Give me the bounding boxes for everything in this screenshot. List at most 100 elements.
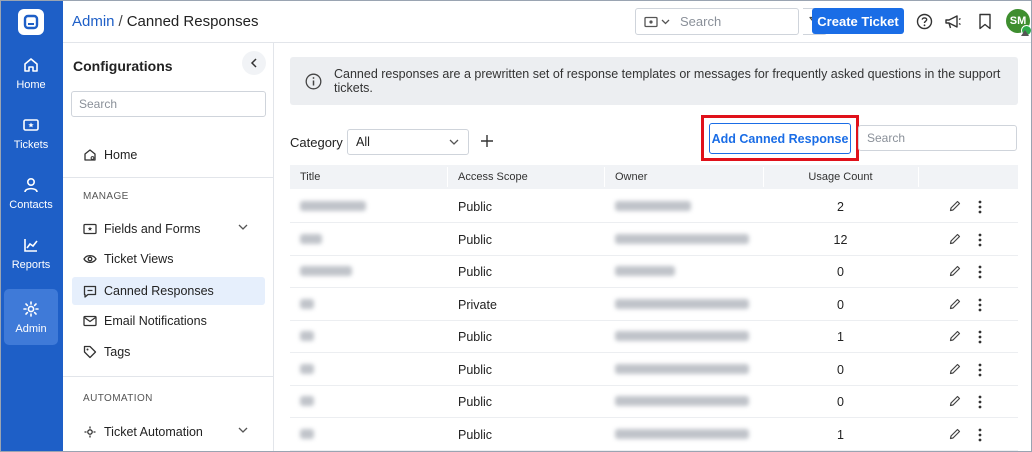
chevron-left-icon: [250, 58, 257, 68]
redacted-owner: [615, 233, 749, 244]
column-header-usage-count[interactable]: Usage Count: [763, 171, 918, 183]
access-scope-cell: Private: [458, 297, 497, 312]
message-icon: [83, 285, 97, 298]
chevron-down-icon[interactable]: [238, 427, 248, 433]
more-options-icon[interactable]: [973, 394, 987, 410]
sidebar-item-label: Fields and Forms: [104, 222, 201, 236]
info-banner: Canned responses are a prewritten set of…: [290, 57, 1018, 105]
rail-item-label: Reports: [11, 258, 51, 271]
rail-item-label: Home: [16, 78, 46, 91]
rail-item-label: Tickets: [13, 138, 49, 151]
sidebar-item-tags[interactable]: Tags: [72, 338, 265, 366]
more-options-icon[interactable]: [973, 362, 987, 378]
table-row[interactable]: Public 1: [290, 419, 1018, 451]
global-search-input[interactable]: Search: [676, 14, 721, 29]
table-header: Title Access Scope Owner Usage Count: [290, 165, 1018, 189]
add-canned-response-button[interactable]: Add Canned Response: [709, 123, 851, 154]
rail-item-home[interactable]: Home: [4, 45, 58, 101]
edit-icon[interactable]: [948, 199, 962, 213]
panel-search-input[interactable]: Search: [71, 91, 266, 117]
rail-item-tickets[interactable]: Tickets: [4, 105, 58, 161]
help-icon[interactable]: [915, 12, 933, 30]
breadcrumb-admin-link[interactable]: Admin: [72, 13, 115, 30]
app-window: Home Tickets Contacts Reports Admin Admi…: [0, 0, 1032, 452]
more-options-icon[interactable]: [973, 329, 987, 345]
breadcrumb: Admin / Canned Responses: [72, 13, 258, 30]
column-header-owner[interactable]: Owner: [615, 171, 647, 183]
redacted-title: [300, 363, 314, 374]
category-label: Category: [290, 135, 343, 150]
edit-icon[interactable]: [948, 394, 962, 408]
rail-item-contacts[interactable]: Contacts: [4, 165, 58, 221]
sidebar-item-email-notifications[interactable]: Email Notifications: [72, 307, 265, 335]
usage-count-cell: 0: [837, 362, 844, 377]
rail-item-admin[interactable]: Admin: [4, 289, 58, 345]
sidebar-item-ticket-automation[interactable]: Ticket Automation: [72, 418, 265, 446]
bookmark-icon[interactable]: [976, 12, 994, 30]
edit-icon[interactable]: [948, 427, 962, 441]
table-search-input[interactable]: Search: [858, 125, 1017, 151]
sidebar-item-canned-responses[interactable]: Canned Responses: [72, 277, 265, 305]
sidebar-item-fields-and-forms[interactable]: Fields and Forms: [72, 215, 265, 243]
more-options-icon[interactable]: [973, 199, 987, 215]
redacted-title: [300, 266, 352, 276]
access-scope-cell: Public: [458, 232, 493, 247]
scroll-up-icon[interactable]: [1021, 29, 1029, 37]
table-row[interactable]: Public 0: [290, 354, 1018, 386]
more-options-icon[interactable]: [973, 232, 987, 248]
breadcrumb-separator: /: [118, 13, 123, 30]
add-category-icon[interactable]: [480, 134, 494, 148]
edit-icon[interactable]: [948, 362, 962, 376]
redacted-owner: [615, 331, 749, 341]
app-logo-icon[interactable]: [18, 9, 44, 35]
megaphone-icon[interactable]: [944, 12, 962, 30]
section-heading-automation: AUTOMATION: [83, 393, 153, 404]
global-search[interactable]: Search: [635, 8, 799, 35]
sidebar-item-ticket-views[interactable]: Ticket Views: [72, 245, 265, 273]
info-icon: [305, 73, 322, 89]
more-options-icon[interactable]: [973, 264, 987, 280]
home-settings-icon: [84, 149, 96, 161]
usage-count-cell: 2: [837, 200, 844, 214]
sidebar-item-label: Email Notifications: [104, 314, 207, 328]
table-row[interactable]: Public 2: [290, 191, 1018, 223]
more-options-icon[interactable]: [973, 297, 987, 313]
usage-count-cell: 1: [837, 330, 844, 344]
create-ticket-button[interactable]: Create Ticket: [812, 8, 904, 34]
column-divider: [604, 167, 605, 187]
redacted-owner: [615, 363, 749, 374]
contact-icon: [24, 177, 38, 192]
collapse-panel-button[interactable]: [242, 51, 266, 75]
edit-icon[interactable]: [948, 297, 962, 311]
category-select[interactable]: All: [347, 129, 469, 155]
edit-icon[interactable]: [948, 232, 962, 246]
sidebar-item-label: Home: [104, 148, 138, 162]
more-options-icon[interactable]: [973, 427, 987, 443]
table-row[interactable]: Public 0: [290, 386, 1018, 418]
access-scope-cell: Public: [458, 395, 493, 409]
chevron-down-icon: [449, 139, 459, 145]
table-row[interactable]: Public 12: [290, 224, 1018, 256]
chevron-down-icon[interactable]: [238, 224, 248, 230]
edit-icon[interactable]: [948, 264, 962, 278]
search-scope-dropdown[interactable]: [636, 9, 676, 34]
column-divider: [447, 167, 448, 187]
rail-item-reports[interactable]: Reports: [4, 225, 58, 281]
table-row[interactable]: Public 0: [290, 256, 1018, 288]
left-rail: Home Tickets Contacts Reports Admin: [1, 1, 63, 451]
table-row[interactable]: Public 1: [290, 321, 1018, 353]
access-scope-cell: Public: [458, 200, 493, 214]
sidebar-item-home[interactable]: Home: [72, 141, 265, 169]
column-header-access-scope[interactable]: Access Scope: [458, 171, 528, 183]
configurations-panel: Configurations Search Home MANAGE Fields…: [63, 43, 274, 451]
sidebar-item-label: Ticket Views: [104, 252, 174, 266]
edit-icon[interactable]: [948, 329, 962, 343]
automation-icon: [84, 426, 96, 438]
main-content: Canned responses are a prewritten set of…: [275, 43, 1031, 451]
page-title: Canned Responses: [126, 13, 259, 30]
table-row[interactable]: Private 0: [290, 289, 1018, 321]
redacted-title: [300, 201, 366, 211]
sidebar-item-label: Canned Responses: [104, 284, 214, 298]
sidebar-item-label: Ticket Automation: [104, 425, 203, 439]
column-header-title[interactable]: Title: [300, 171, 320, 183]
